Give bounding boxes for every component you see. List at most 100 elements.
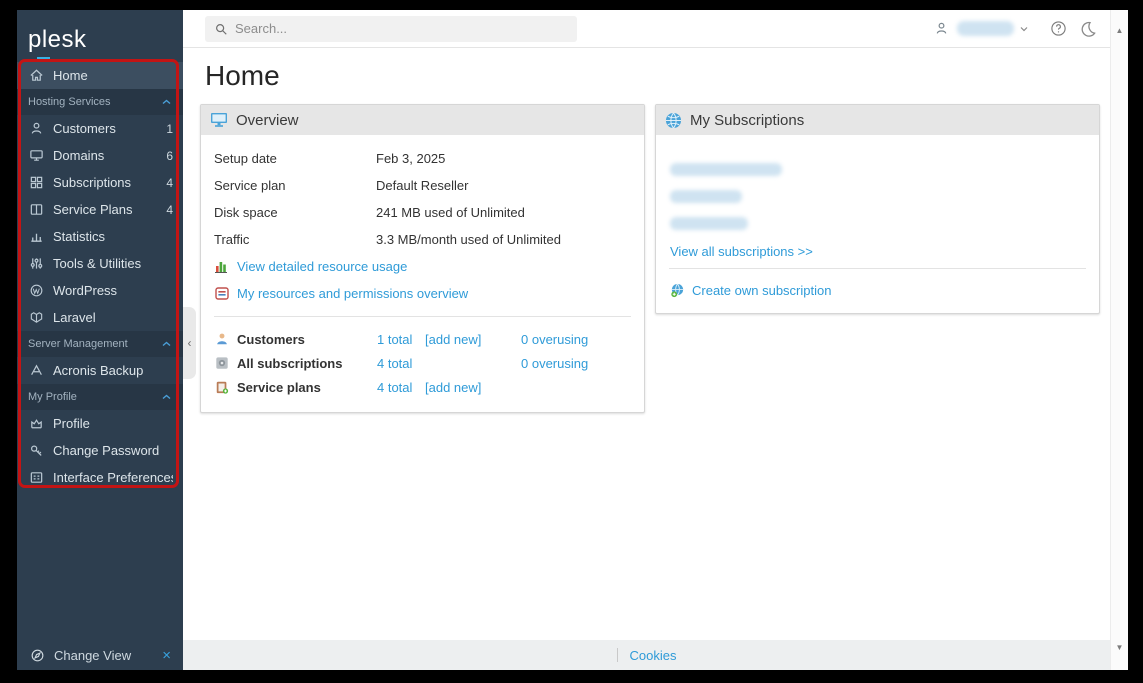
sidebar-item-interface-preferences[interactable]: Interface Preferences	[17, 464, 183, 491]
plesk-logo-underline	[37, 57, 50, 60]
sidebar-item-laravel[interactable]: Laravel	[17, 304, 183, 331]
sidebar-item-service-plans[interactable]: Service Plans 4	[17, 196, 183, 223]
scroll-up-icon[interactable]: ▲	[1111, 26, 1128, 35]
sidebar-item-domains[interactable]: Domains 6	[17, 142, 183, 169]
customers-overusing-link[interactable]: 0 overusing	[521, 332, 588, 347]
customers-stat-row: Customers 1 total [add new] 0 overusing	[214, 327, 631, 351]
view-detailed-resource-usage-link[interactable]: View detailed resource usage	[237, 259, 407, 274]
scrollbar[interactable]: ▲ ▼	[1110, 10, 1128, 670]
customers-icon	[28, 121, 44, 137]
sidebar-section-server-management[interactable]: Server Management	[17, 331, 183, 357]
customer-person-icon	[214, 332, 230, 346]
sidebar-section-my-profile[interactable]: My Profile	[17, 384, 183, 410]
sidebar-item-label: Interface Preferences	[53, 470, 173, 485]
subscriptions-total-link[interactable]: 4 total	[377, 356, 412, 371]
service-plans-clipboard-icon	[214, 380, 230, 394]
sidebar: plesk Home Hosting Services Customers 1	[17, 10, 183, 670]
customers-total-link[interactable]: 1 total	[377, 332, 412, 347]
grid-icon	[28, 175, 44, 191]
overview-row: Service plan Default Reseller	[214, 172, 631, 199]
sidebar-item-acronis-backup[interactable]: Acronis Backup	[17, 357, 183, 384]
search-icon	[216, 23, 227, 35]
resources-permissions-icon	[214, 287, 230, 300]
search-box[interactable]	[205, 15, 577, 42]
sidebar-item-label: Customers	[53, 121, 116, 136]
sidebar-item-label: Tools & Utilities	[53, 256, 142, 271]
topbar-icons	[934, 20, 1096, 37]
plesk-window: plesk Home Hosting Services Customers 1	[17, 10, 1128, 670]
subscriptions-panel-header: My Subscriptions	[656, 105, 1099, 135]
sidebar-item-label: Profile	[53, 416, 90, 431]
wordpress-icon	[28, 283, 44, 299]
book-icon	[28, 202, 44, 218]
plesk-logo-text: plesk	[28, 26, 87, 53]
divider	[669, 268, 1086, 269]
topbar	[183, 10, 1110, 48]
overview-panel: Overview Setup date Feb 3, 2025 Service …	[200, 104, 645, 413]
sidebar-item-profile[interactable]: Profile	[17, 410, 183, 437]
compass-icon	[29, 648, 45, 664]
sidebar-item-label: Domains	[53, 148, 105, 163]
view-all-subscriptions-link[interactable]: View all subscriptions >>	[670, 244, 1086, 259]
subscriptions-title: My Subscriptions	[690, 111, 805, 129]
sidebar-collapse-handle[interactable]: ‹	[183, 307, 196, 379]
window-list-icon	[28, 470, 44, 486]
service-plans-total-link[interactable]: 4 total	[377, 380, 412, 395]
service-plans-add-new-link[interactable]: [add new]	[425, 380, 481, 395]
help-icon[interactable]	[1050, 20, 1067, 37]
sidebar-item-change-password[interactable]: Change Password	[17, 437, 183, 464]
subscriptions-gear-icon	[214, 356, 230, 370]
row-value: 241 MB used of Unlimited	[376, 205, 525, 220]
customers-add-new-link[interactable]: [add new]	[425, 332, 481, 347]
sidebar-item-label: Service Plans	[53, 202, 133, 217]
sidebar-item-count: 4	[166, 202, 173, 217]
cookies-link[interactable]: Cookies	[630, 648, 677, 663]
create-own-subscription-link[interactable]: Create own subscription	[692, 283, 831, 298]
redacted-subscription-link[interactable]	[670, 217, 748, 230]
redacted-subscription-link[interactable]	[670, 190, 742, 203]
laravel-icon	[28, 310, 44, 326]
user-icon	[934, 21, 949, 36]
chevron-up-icon	[162, 394, 171, 400]
close-icon[interactable]: ×	[162, 648, 171, 663]
sidebar-item-label: Subscriptions	[53, 175, 132, 190]
stat-label-text: Customers	[237, 331, 305, 347]
sidebar-item-home[interactable]: Home	[17, 62, 183, 89]
change-view-button[interactable]: Change View ×	[17, 641, 183, 670]
sidebar-item-customers[interactable]: Customers 1	[17, 115, 183, 142]
home-icon	[28, 68, 44, 84]
sidebar-item-label: WordPress	[53, 283, 118, 298]
sidebar-item-tools-utilities[interactable]: Tools & Utilities	[17, 250, 183, 277]
sidebar-item-statistics[interactable]: Statistics	[17, 223, 183, 250]
dark-mode-moon-icon[interactable]	[1080, 21, 1096, 37]
redacted-username[interactable]	[957, 21, 1014, 36]
monitor-icon	[28, 148, 44, 164]
divider	[214, 316, 631, 317]
create-subscription-globe-icon	[669, 283, 685, 298]
subscriptions-body: View all subscriptions >> Create own sub…	[656, 135, 1099, 313]
overview-row: Traffic 3.3 MB/month used of Unlimited	[214, 226, 631, 253]
subscriptions-overusing-link[interactable]: 0 overusing	[521, 356, 588, 371]
row-value: 3.3 MB/month used of Unlimited	[376, 232, 561, 247]
row-label: Disk space	[214, 205, 278, 220]
resources-permissions-overview-link[interactable]: My resources and permissions overview	[237, 286, 468, 301]
scroll-down-icon[interactable]: ▼	[1111, 643, 1128, 652]
sidebar-item-subscriptions[interactable]: Subscriptions 4	[17, 169, 183, 196]
stat-label-text: Service plans	[237, 379, 321, 395]
my-subscriptions-panel: My Subscriptions View all subscriptions …	[655, 104, 1100, 314]
overview-row: Setup date Feb 3, 2025	[214, 145, 631, 172]
subscriptions-stat-row: All subscriptions 4 total 0 overusing	[214, 351, 631, 375]
chevron-down-icon[interactable]	[1020, 26, 1028, 32]
search-input[interactable]	[235, 21, 568, 36]
row-label: Setup date	[214, 151, 277, 166]
redacted-subscription-link[interactable]	[670, 163, 782, 176]
overview-row: Disk space 241 MB used of Unlimited	[214, 199, 631, 226]
sidebar-item-wordpress[interactable]: WordPress	[17, 277, 183, 304]
service-plans-stat-row: Service plans 4 total [add new]	[214, 375, 631, 399]
plesk-logo[interactable]: plesk	[17, 10, 183, 60]
sidebar-item-label: Acronis Backup	[53, 363, 144, 378]
sidebar-section-label: Hosting Services	[28, 96, 111, 108]
sidebar-item-label: Statistics	[53, 229, 106, 244]
sidebar-section-hosting-services[interactable]: Hosting Services	[17, 89, 183, 115]
sidebar-section-label: Server Management	[28, 338, 128, 350]
